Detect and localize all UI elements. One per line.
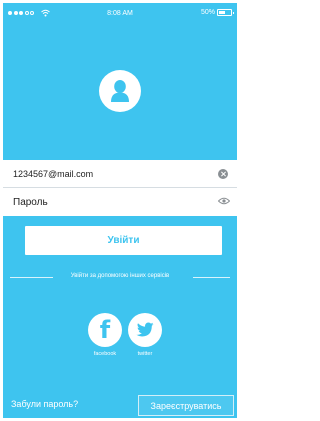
email-field[interactable] — [13, 168, 203, 179]
twitter-icon[interactable] — [128, 313, 162, 347]
login-screen: 8:08 AM 50% Увійти Увійти за до — [3, 3, 237, 418]
email-row — [3, 160, 237, 188]
password-row — [3, 188, 237, 216]
battery-percent: 50% — [200, 9, 215, 16]
register-button[interactable]: Зареєструватись — [138, 395, 234, 416]
divider-label: Увійти за допомогою інших сервісів — [70, 273, 170, 279]
facebook-label: facebook — [93, 351, 117, 357]
battery-status: 50% — [200, 9, 234, 16]
eye-icon[interactable] — [218, 197, 230, 205]
social-divider: Увійти за допомогою інших сервісів — [3, 272, 237, 282]
password-field[interactable] — [13, 196, 203, 208]
facebook-icon[interactable]: f — [88, 313, 122, 347]
status-bar: 8:08 AM 50% — [3, 3, 237, 23]
user-avatar-icon — [99, 70, 141, 112]
login-button[interactable]: Увійти — [25, 226, 222, 255]
clear-icon[interactable] — [218, 169, 228, 179]
login-form — [3, 160, 237, 216]
forgot-password-link[interactable]: Забули пароль? — [11, 399, 78, 409]
battery-icon — [217, 9, 234, 16]
twitter-login-button[interactable]: twitter — [120, 313, 170, 357]
twitter-label: twitter — [137, 351, 153, 357]
